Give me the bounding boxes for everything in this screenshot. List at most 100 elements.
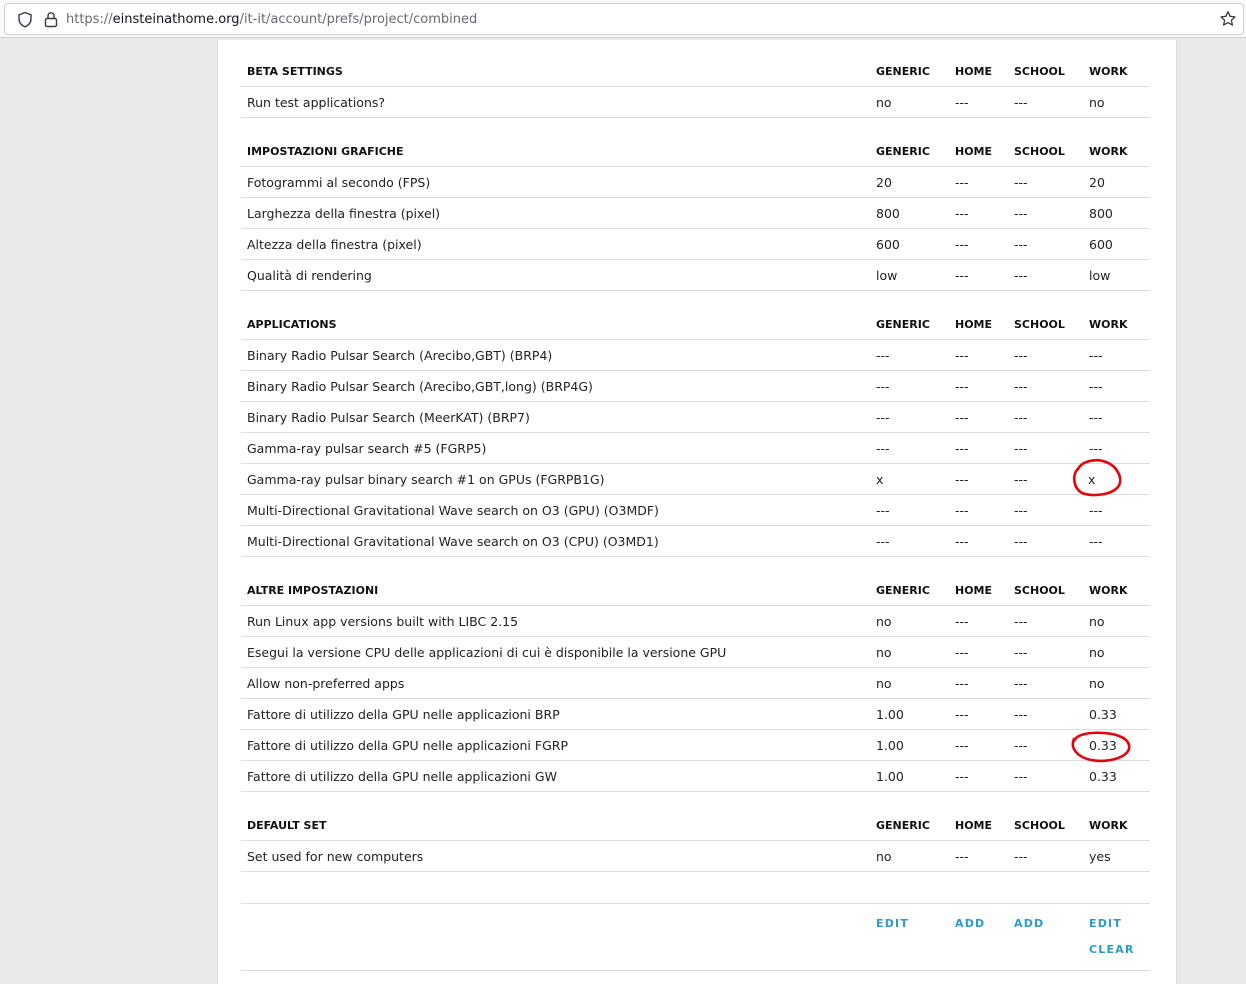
work-value: 0.33 (1089, 769, 1117, 784)
work-value: 0.33 (1089, 707, 1117, 722)
table-row: Binary Radio Pulsar Search (Arecibo,GBT)… (241, 340, 1150, 371)
table-row: Run Linux app versions built with LIBC 2… (241, 606, 1150, 637)
school-value: --- (1014, 503, 1028, 518)
home-add-button[interactable]: ADD (955, 917, 985, 930)
work-value: --- (1089, 441, 1103, 456)
work-value: yes (1089, 849, 1111, 864)
row-label: Binary Radio Pulsar Search (MeerKAT) (BR… (247, 410, 530, 425)
row-label: Fotogrammi al secondo (FPS) (247, 175, 431, 190)
table-row: Allow non-preferred apps no --- --- no (241, 668, 1150, 699)
column-header-work: WORK (1089, 65, 1128, 78)
work-value: 20 (1089, 175, 1105, 190)
work-edit-button[interactable]: EDIT (1089, 917, 1122, 930)
work-value: low (1089, 268, 1111, 283)
work-clear-button[interactable]: CLEAR (1089, 943, 1135, 956)
generic-value: 1.00 (876, 769, 904, 784)
home-value: --- (955, 206, 969, 221)
row-label: Set used for new computers (247, 849, 424, 864)
generic-edit-button[interactable]: EDIT (876, 917, 909, 930)
table-row: Altezza della finestra (pixel) 600 --- -… (241, 229, 1150, 260)
column-header-work: WORK (1089, 819, 1128, 832)
generic-value: 600 (876, 237, 900, 252)
generic-value: --- (876, 441, 890, 456)
row-label: Gamma-ray pulsar binary search #1 on GPU… (247, 472, 605, 487)
table-row: Multi-Directional Gravitational Wave sea… (241, 495, 1150, 526)
home-value: --- (955, 503, 969, 518)
url-text[interactable]: https://einsteinathome.org/it-it/account… (66, 12, 477, 27)
lock-icon[interactable] (44, 11, 58, 28)
column-header-work: WORK (1089, 318, 1128, 331)
url-path: /it-it/account/prefs/project/combined (239, 12, 478, 27)
home-value: --- (955, 534, 969, 549)
row-label: Qualità di rendering (247, 268, 372, 283)
work-value: no (1089, 645, 1105, 660)
school-add-button[interactable]: ADD (1014, 917, 1044, 930)
work-value: 0.33 (1089, 738, 1117, 753)
row-label: Larghezza della finestra (pixel) (247, 206, 441, 221)
table-row: Gamma-ray pulsar search #5 (FGRP5) --- -… (241, 433, 1150, 464)
column-header-school: SCHOOL (1014, 65, 1065, 78)
home-value: --- (955, 472, 969, 487)
home-value: --- (955, 348, 969, 363)
section-header-graphics: IMPOSTAZIONI GRAFICHE GENERIC HOME SCHOO… (241, 136, 1150, 167)
home-value: --- (955, 614, 969, 629)
table-row: Qualità di rendering low --- --- low (241, 260, 1150, 291)
generic-value: x (876, 472, 884, 487)
section-header-other-settings: ALTRE IMPOSTAZIONI GENERIC HOME SCHOOL W… (241, 575, 1150, 606)
generic-value: no (876, 645, 892, 660)
row-label: Altezza della finestra (pixel) (247, 237, 422, 252)
school-value: --- (1014, 237, 1028, 252)
table-row: Fattore di utilizzo della GPU nelle appl… (241, 699, 1150, 730)
table-row: Run test applications? no --- --- no (241, 87, 1150, 118)
generic-value: no (876, 614, 892, 629)
home-value: --- (955, 645, 969, 660)
generic-value: --- (876, 410, 890, 425)
school-value: --- (1014, 206, 1028, 221)
table-row: Fattore di utilizzo della GPU nelle appl… (241, 761, 1150, 792)
work-value: --- (1089, 348, 1103, 363)
column-header-generic: GENERIC (876, 819, 930, 832)
section-title: BETA SETTINGS (247, 65, 343, 78)
section-header-beta-settings: BETA SETTINGS GENERIC HOME SCHOOL WORK (241, 56, 1150, 87)
column-header-school: SCHOOL (1014, 318, 1065, 331)
school-value: --- (1014, 379, 1028, 394)
work-value: --- (1089, 410, 1103, 425)
section-title: IMPOSTAZIONI GRAFICHE (247, 145, 404, 158)
row-label: Binary Radio Pulsar Search (Arecibo,GBT)… (247, 348, 553, 363)
column-header-generic: GENERIC (876, 584, 930, 597)
divider (241, 903, 1150, 904)
school-value: --- (1014, 849, 1028, 864)
tracking-protection-shield-icon[interactable] (17, 11, 33, 28)
home-value: --- (955, 441, 969, 456)
generic-value: 20 (876, 175, 892, 190)
table-row: Binary Radio Pulsar Search (MeerKAT) (BR… (241, 402, 1150, 433)
column-header-home: HOME (955, 318, 993, 331)
generic-value: --- (876, 379, 890, 394)
generic-value: low (876, 268, 898, 283)
school-value: --- (1014, 707, 1028, 722)
bookmark-star-icon[interactable] (1219, 10, 1237, 28)
column-header-generic: GENERIC (876, 318, 930, 331)
row-label: Run test applications? (247, 95, 386, 110)
school-value: --- (1014, 410, 1028, 425)
school-value: --- (1014, 614, 1028, 629)
row-label: Fattore di utilizzo della GPU nelle appl… (247, 738, 568, 753)
school-value: --- (1014, 95, 1028, 110)
column-header-school: SCHOOL (1014, 145, 1065, 158)
table-row: Gamma-ray pulsar binary search #1 on GPU… (241, 464, 1150, 495)
work-value: --- (1089, 379, 1103, 394)
home-value: --- (955, 676, 969, 691)
generic-value: --- (876, 348, 890, 363)
column-header-work: WORK (1089, 584, 1128, 597)
row-label: Esegui la versione CPU delle applicazion… (247, 645, 727, 660)
work-value: 800 (1089, 206, 1113, 221)
address-bar[interactable]: https://einsteinathome.org/it-it/account… (4, 3, 1244, 35)
home-value: --- (955, 268, 969, 283)
generic-value: 800 (876, 206, 900, 221)
work-value: no (1089, 676, 1105, 691)
home-value: --- (955, 95, 969, 110)
school-value: --- (1014, 645, 1028, 660)
table-row: Fotogrammi al secondo (FPS) 20 --- --- 2… (241, 167, 1150, 198)
row-label: Fattore di utilizzo della GPU nelle appl… (247, 769, 557, 784)
table-row: Fattore di utilizzo della GPU nelle appl… (241, 730, 1150, 761)
